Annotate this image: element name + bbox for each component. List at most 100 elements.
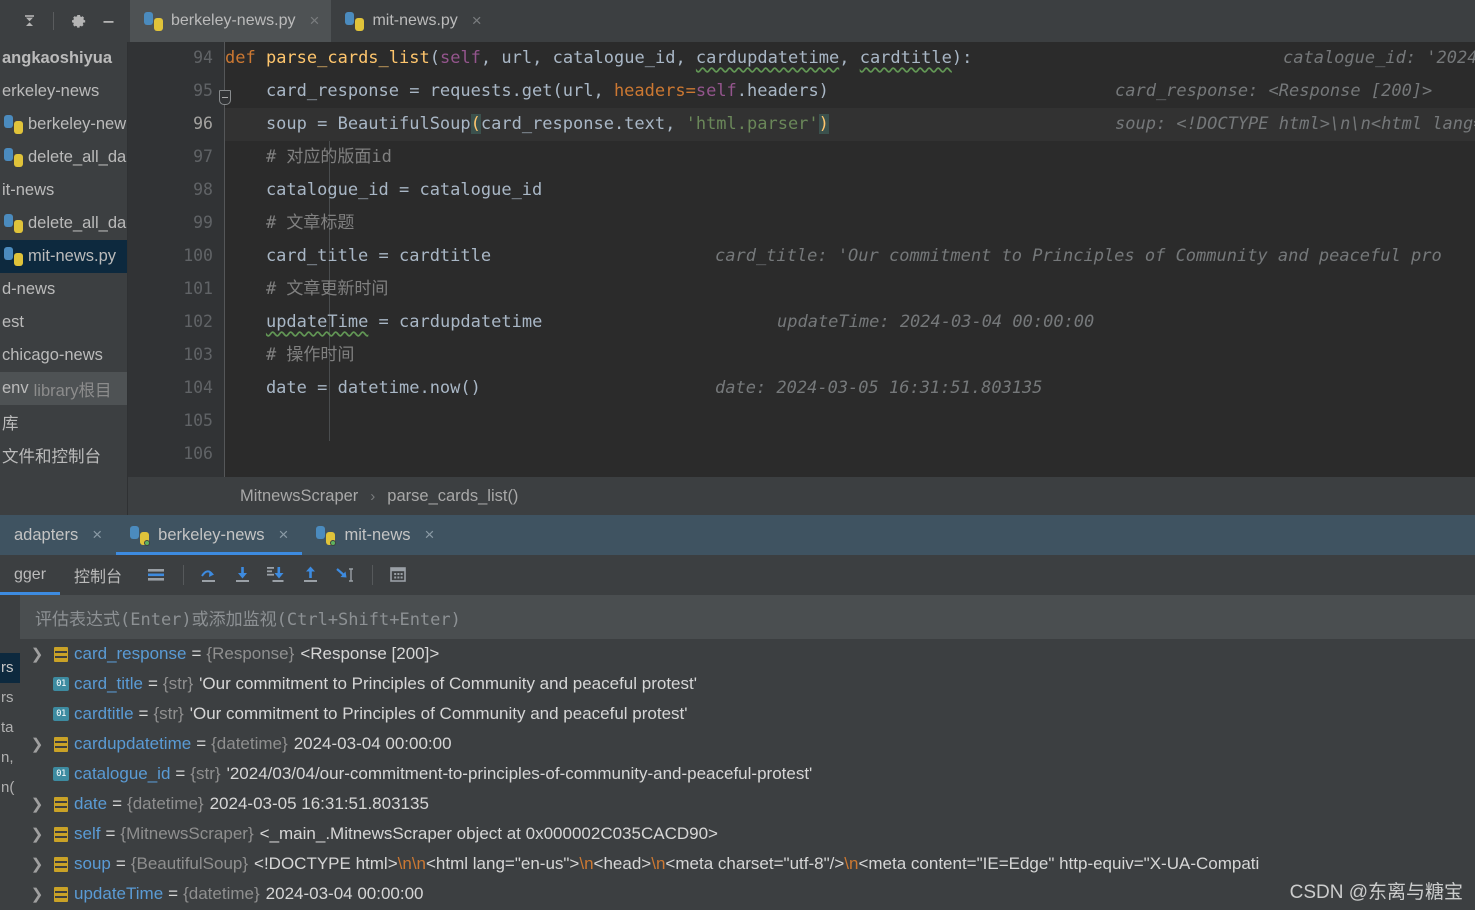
project-tree-panel[interactable]: angkaoshiyua erkeley-news berkeley-new dele… bbox=[0, 42, 128, 515]
chevron-right-icon[interactable]: ❯ bbox=[26, 885, 48, 903]
line-number-94: 94 bbox=[193, 48, 213, 67]
sidebar-item-berkeley-new[interactable]: berkeley-new bbox=[0, 108, 127, 141]
step-over-icon[interactable] bbox=[193, 560, 227, 590]
evaluate-expression-icon[interactable] bbox=[382, 560, 416, 590]
chevron-right-icon[interactable]: ❯ bbox=[26, 645, 48, 663]
variable-value: <!DOCTYPE html>\n\n<html lang="en-us">\n… bbox=[248, 854, 1259, 874]
line-number-96: 96 bbox=[193, 114, 213, 133]
code-token: , bbox=[839, 48, 860, 68]
variable-row[interactable]: ❯ card_response = {Response} <Response [200]… bbox=[20, 639, 1475, 669]
variable-equals: = bbox=[112, 794, 123, 813]
sidebar-item-[interactable]: 文件和控制台 bbox=[0, 438, 127, 471]
variable-name: card_response bbox=[74, 644, 187, 663]
sidebar-item-it-news[interactable]: it-news bbox=[0, 174, 127, 207]
variable-row[interactable]: ❯ soup = {BeautifulSoup} <!DOCTYPE html>\n\n… bbox=[20, 849, 1475, 879]
code-text-area[interactable]: def parse_cards_list(self, url, catalogu… bbox=[225, 42, 1475, 477]
close-icon[interactable]: × bbox=[310, 11, 320, 31]
frames-panel[interactable]: rs rs ta n, n( bbox=[0, 639, 20, 910]
close-icon[interactable]: × bbox=[472, 11, 482, 31]
variable-value: 'Our commitment to Principles of Communi… bbox=[199, 674, 697, 693]
frame-item[interactable]: n( bbox=[0, 773, 20, 803]
sidebar-item-d-news[interactable]: d-news bbox=[0, 273, 127, 306]
debugger-toolbar: gger 控制台 bbox=[0, 555, 1475, 595]
code-line-101[interactable]: # 文章更新时间 bbox=[225, 273, 1475, 306]
sidebar-item-mit-news-py[interactable]: mit-news.py bbox=[0, 240, 127, 273]
sidebar-item-chicago-news[interactable]: chicago-news bbox=[0, 339, 127, 372]
gear-icon[interactable] bbox=[63, 8, 93, 34]
variable-type: {datetime} bbox=[127, 794, 204, 813]
code-line-98[interactable]: catalogue_id = catalogue_id bbox=[225, 174, 1475, 207]
variable-equals: = bbox=[191, 644, 202, 663]
run-tab-adapters[interactable]: adapters × bbox=[0, 515, 116, 555]
variable-row[interactable]: ❯01card_title={str} 'Our commitment to Pr… bbox=[20, 669, 1475, 699]
sidebar-item-delete-all-da[interactable]: delete_all_da bbox=[0, 141, 127, 174]
code-token: def bbox=[225, 48, 266, 68]
variable-equals: = bbox=[138, 704, 149, 723]
code-line-94[interactable]: def parse_cards_list(self, url, catalogu… bbox=[225, 42, 1475, 75]
force-step-into-icon[interactable] bbox=[261, 560, 295, 590]
variable-row[interactable]: ❯ self = {MitnewsScraper} <_main_.MitnewsScr… bbox=[20, 819, 1475, 849]
tab-debugger[interactable]: gger bbox=[0, 555, 61, 595]
breadcrumb-method[interactable]: parse_cards_list() bbox=[387, 487, 518, 506]
code-token: updateTime bbox=[265, 312, 369, 332]
code-line-104[interactable]: date = datetime.now() date: 2024-03-05 16… bbox=[225, 372, 1475, 405]
sidebar-item-[interactable]: 库 bbox=[0, 405, 127, 438]
code-token: cardtitle bbox=[859, 48, 952, 68]
editor-tab-berkeley-news[interactable]: berkeley-news.py × bbox=[130, 0, 332, 42]
code-line-96[interactable]: soup = BeautifulSoup(card_response.text,… bbox=[225, 108, 1475, 141]
sidebar-item-env[interactable]: env library根目 bbox=[0, 372, 127, 405]
close-icon[interactable]: × bbox=[279, 525, 289, 545]
chevron-right-icon[interactable]: ❯ bbox=[26, 735, 48, 753]
code-line-100[interactable]: card_title = cardtitle card_title: 'Our c… bbox=[225, 240, 1475, 273]
frame-item[interactable]: rs bbox=[0, 653, 20, 683]
step-out-icon[interactable] bbox=[295, 560, 329, 590]
sidebar-item-angkaoshiyua[interactable]: angkaoshiyua bbox=[0, 42, 127, 75]
run-to-cursor-icon[interactable] bbox=[329, 560, 363, 590]
code-line-99[interactable]: # 文章标题 bbox=[225, 207, 1475, 240]
code-token: , bbox=[532, 48, 553, 68]
code-line-103[interactable]: # 操作时间 bbox=[225, 339, 1475, 372]
minimize-icon[interactable] bbox=[93, 8, 123, 34]
step-into-icon[interactable] bbox=[227, 560, 261, 590]
variable-row[interactable]: ❯01cardtitle={str} 'Our commitment to Pri… bbox=[20, 699, 1475, 729]
code-line-95[interactable]: card_response = requests.get(url, header… bbox=[225, 75, 1475, 108]
code-line-102[interactable]: updateTime = cardupdatetime updateTime: 2… bbox=[225, 306, 1475, 339]
close-icon[interactable]: × bbox=[92, 525, 102, 545]
frames-toggle-icon[interactable] bbox=[140, 560, 174, 590]
frame-item[interactable]: ta bbox=[0, 713, 20, 743]
variable-row[interactable]: ❯01catalogue_id={str} '2024/03/04/our-com… bbox=[20, 759, 1475, 789]
chevron-right-icon[interactable]: ❯ bbox=[26, 795, 48, 813]
code-line-105[interactable] bbox=[225, 405, 1475, 438]
object-icon bbox=[48, 886, 74, 902]
code-line-97[interactable]: # 对应的版面id bbox=[225, 141, 1475, 174]
evaluate-expression-input[interactable]: 评估表达式(Enter)或添加监视(Ctrl+Shift+Enter) bbox=[20, 598, 1475, 636]
breadcrumb-class[interactable]: MitnewsScraper bbox=[240, 487, 358, 506]
variable-equals: = bbox=[196, 734, 207, 753]
chevron-right-icon[interactable]: ❯ bbox=[26, 855, 48, 873]
variable-row[interactable]: ❯ date = {datetime} 2024-03-05 16:31:51.8031… bbox=[20, 789, 1475, 819]
editor-gutter[interactable]: 94 95 96 97 98 99 100 101 102 103 104 105 106 bbox=[128, 42, 225, 477]
line-number-95: 95 bbox=[193, 81, 213, 100]
tab-console[interactable]: 控制台 bbox=[60, 555, 136, 595]
code-editor[interactable]: 94 95 96 97 98 99 100 101 102 103 104 105 106 def pa… bbox=[128, 42, 1475, 477]
sidebar-item-erkeley-news[interactable]: erkeley-news bbox=[0, 75, 127, 108]
sidebar-item-label: erkeley-news bbox=[2, 82, 100, 100]
run-tab-mit-news[interactable]: mit-news × bbox=[302, 515, 448, 555]
sidebar-item-delete-all-da[interactable]: delete_all_da bbox=[0, 207, 127, 240]
code-line-106[interactable] bbox=[225, 438, 1475, 471]
run-tab-berkeley-news[interactable]: berkeley-news × bbox=[116, 515, 303, 555]
chevron-right-icon[interactable]: ❯ bbox=[26, 825, 48, 843]
variable-row[interactable]: ❯ cardupdatetime = {datetime} 2024-03-04 00:… bbox=[20, 729, 1475, 759]
code-token: cardupdatetime bbox=[695, 48, 840, 68]
debugger-subtabs: gger 控制台 bbox=[0, 555, 136, 595]
editor-tab-mit-news[interactable]: mit-news.py × bbox=[331, 0, 493, 42]
frame-item[interactable]: rs bbox=[0, 683, 20, 713]
variable-row[interactable]: ❯ updateTime = {datetime} 2024-03-04 00:00:0… bbox=[20, 879, 1475, 909]
variables-panel[interactable]: ❯ card_response = {Response} <Response [200]… bbox=[20, 639, 1475, 910]
code-token: self bbox=[439, 48, 481, 68]
toolbar-divider bbox=[53, 12, 54, 30]
sidebar-item-est[interactable]: est bbox=[0, 306, 127, 339]
frame-item[interactable]: n, bbox=[0, 743, 20, 773]
collapse-all-icon[interactable] bbox=[14, 8, 44, 34]
close-icon[interactable]: × bbox=[425, 525, 435, 545]
